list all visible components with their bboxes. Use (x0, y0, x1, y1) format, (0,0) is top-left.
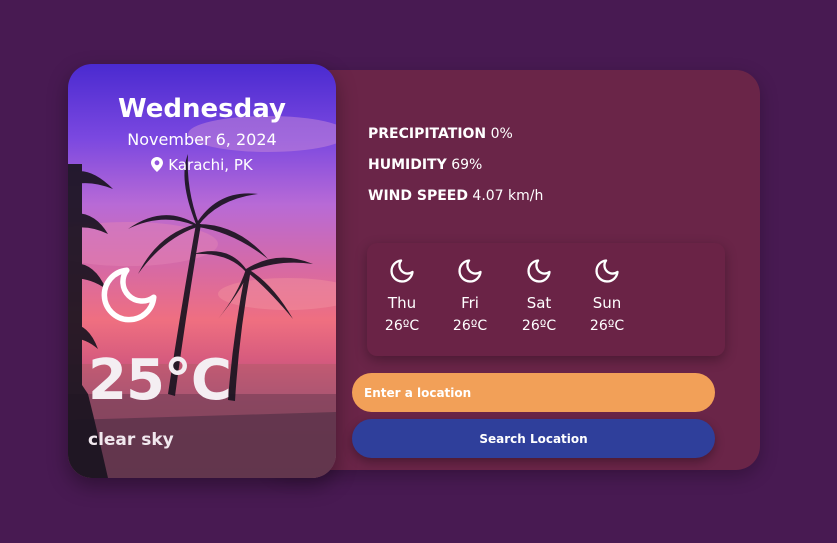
location-text: Karachi, PK (168, 156, 253, 174)
weather-description: clear sky (88, 430, 174, 450)
forecast-temp: 26ºC (521, 318, 557, 334)
stat-label: PRECIPITATION (368, 126, 487, 142)
stat-precipitation: PRECIPITATION 0% (368, 124, 543, 155)
search-location-button[interactable]: Search Location (352, 419, 715, 458)
current-weather-panel: Wednesday November 6, 2024 Karachi, PK 2… (68, 64, 336, 478)
forecast-temp: 26ºC (589, 318, 625, 334)
forecast-day: Sun 26ºC (587, 257, 627, 334)
forecast-day: Sat 26ºC (519, 257, 559, 334)
forecast-day-name: Fri (461, 294, 479, 312)
stat-value: 4.07 km/h (472, 188, 544, 204)
forecast-panel: Thu 26ºC Fri 26ºC Sat 26ºC Sun 26ºC (367, 243, 725, 356)
moon-icon (595, 259, 619, 283)
forecast-day-name: Sat (526, 294, 552, 312)
moon-icon (101, 267, 157, 323)
forecast-day: Thu 26ºC (382, 257, 422, 334)
location-input[interactable] (352, 373, 715, 412)
location-pin-icon (151, 157, 164, 172)
forecast-day-name: Sun (592, 294, 622, 312)
current-location: Karachi, PK (68, 156, 336, 174)
current-date: November 6, 2024 (127, 130, 277, 149)
stat-label: WIND SPEED (368, 188, 468, 204)
moon-icon (390, 259, 414, 283)
stat-value: 69% (451, 157, 483, 173)
stat-label: HUMIDITY (368, 157, 447, 173)
forecast-day-name: Thu (387, 294, 417, 312)
stat-humidity: HUMIDITY 69% (368, 155, 543, 186)
forecast-day: Fri 26ºC (450, 257, 490, 334)
stat-wind-speed: WIND SPEED 4.07 km/h (368, 186, 543, 217)
weather-card: Wednesday November 6, 2024 Karachi, PK 2… (68, 64, 760, 478)
moon-icon (458, 259, 482, 283)
weather-stats: PRECIPITATION 0% HUMIDITY 69% WIND SPEED… (368, 124, 543, 217)
forecast-temp: 26ºC (452, 318, 488, 334)
forecast-temp: 26ºC (384, 318, 420, 334)
current-day: Wednesday (118, 94, 286, 124)
current-temperature: 25°C (88, 348, 232, 413)
moon-icon (527, 259, 551, 283)
stat-value: 0% (490, 126, 513, 142)
